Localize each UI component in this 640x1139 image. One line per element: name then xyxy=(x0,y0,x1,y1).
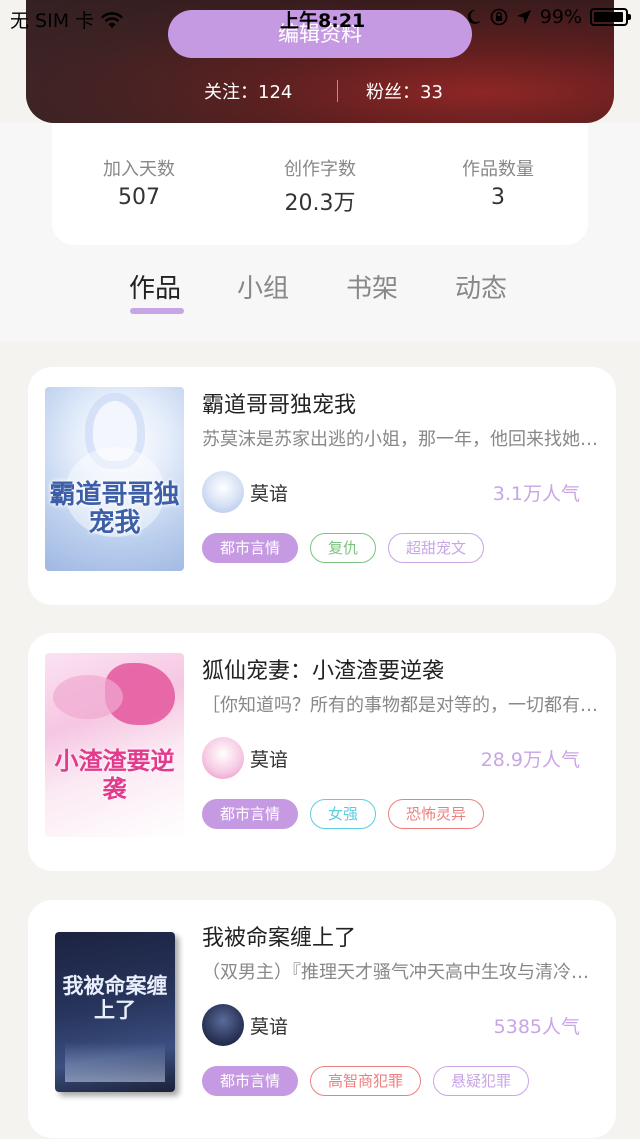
author-name[interactable]: 莫谙 xyxy=(250,479,288,506)
battery-icon xyxy=(590,8,631,26)
stat-label: 创作字数 xyxy=(284,159,356,180)
follow-stats: 关注：124 粉丝：33 xyxy=(26,78,614,104)
stat-word-count: 创作字数 20.3万 xyxy=(240,155,400,217)
tab-groups[interactable]: 小组 xyxy=(237,268,289,305)
clock: 上午8:21 xyxy=(280,10,366,32)
cover-petals xyxy=(53,675,123,719)
tag[interactable]: 超甜宠文 xyxy=(388,533,485,563)
tag-list: 都市言情 复仇 超甜宠文 xyxy=(202,533,485,563)
status-bar: 无 SIM 卡 上午8:21 99% xyxy=(0,0,640,36)
popularity-count: 28.9万人气 xyxy=(480,749,580,771)
popularity-count: 3.1万人气 xyxy=(492,483,580,505)
book-card[interactable]: 我被命案缠上了 我被命案缠上了 （双男主）『推理天才骚气冲天高中生攻与清冷学霸受… xyxy=(28,900,616,1138)
cover-city xyxy=(65,1042,165,1082)
tag-list: 都市言情 女强 恐怖灵异 xyxy=(202,799,485,829)
book-description: ［你知道吗？所有的事物都是对等的，一切都有代价］ xyxy=(202,695,602,716)
popularity-count: 5385人气 xyxy=(493,1016,580,1038)
book-cover[interactable]: 小渣渣要逆袭 xyxy=(45,653,184,837)
location-icon xyxy=(516,10,531,24)
book-card[interactable]: 小渣渣要逆袭 狐仙宠妻：小渣渣要逆袭 ［你知道吗？所有的事物都是对等的，一切都有… xyxy=(28,633,616,871)
stat-works-count: 作品数量 3 xyxy=(418,155,578,210)
tab-bookshelf[interactable]: 书架 xyxy=(346,268,398,305)
tag[interactable]: 恐怖灵异 xyxy=(388,799,485,829)
status-indicators: 99% xyxy=(466,6,631,28)
book-cover[interactable]: 我被命案缠上了 xyxy=(55,932,175,1092)
book-title[interactable]: 狐仙宠妻：小渣渣要逆袭 xyxy=(202,653,444,685)
tab-works[interactable]: 作品 xyxy=(129,268,181,305)
tab-activity[interactable]: 动态 xyxy=(455,268,507,305)
author-name[interactable]: 莫谙 xyxy=(250,1012,288,1039)
carrier-label: 无 SIM 卡 xyxy=(10,10,95,32)
book-description: （双男主）『推理天才骚气冲天高中生攻与清冷学霸受』 xyxy=(202,962,602,983)
follow-divider xyxy=(337,80,338,102)
author-name[interactable]: 莫谙 xyxy=(250,745,288,772)
moon-icon xyxy=(467,9,481,24)
avatar[interactable] xyxy=(202,471,244,513)
book-title[interactable]: 霸道哥哥独宠我 xyxy=(202,387,356,419)
tag[interactable]: 都市言情 xyxy=(202,799,299,829)
profile-tabs: 作品 小组 书架 动态 xyxy=(0,268,640,318)
cover-title: 小渣渣要逆袭 xyxy=(54,746,175,803)
tag[interactable]: 悬疑犯罪 xyxy=(433,1066,530,1096)
cover-title: 霸道哥哥独宠我 xyxy=(49,480,180,538)
book-card[interactable]: 霸道哥哥独宠我 霸道哥哥独宠我 苏莫沫是苏家出逃的小姐，那一年，他回来找她…… … xyxy=(28,367,616,605)
following-count[interactable]: 关注：124 xyxy=(204,78,292,104)
tag[interactable]: 都市言情 xyxy=(202,1066,299,1096)
tag[interactable]: 女强 xyxy=(310,799,377,829)
wifi-icon xyxy=(101,11,123,28)
stats-card: 加入天数 507 创作字数 20.3万 作品数量 3 xyxy=(52,123,588,245)
avatar[interactable] xyxy=(202,1004,244,1046)
stat-join-days: 加入天数 507 xyxy=(59,155,219,210)
book-description: 苏莫沫是苏家出逃的小姐，那一年，他回来找她…… xyxy=(202,429,602,450)
stat-value: 20.3万 xyxy=(284,191,356,216)
tag[interactable]: 高智商犯罪 xyxy=(310,1066,422,1096)
fans-count[interactable]: 粉丝：33 xyxy=(366,78,443,104)
cover-title: 我被命案缠上了 xyxy=(62,973,168,1022)
stat-label: 作品数量 xyxy=(462,159,534,180)
stat-label: 加入天数 xyxy=(103,159,175,180)
tag[interactable]: 都市言情 xyxy=(202,533,299,563)
avatar[interactable] xyxy=(202,737,244,779)
orientation-lock-icon xyxy=(490,8,508,26)
active-tab-indicator xyxy=(130,308,184,314)
book-cover[interactable]: 霸道哥哥独宠我 xyxy=(45,387,184,571)
stat-value: 507 xyxy=(118,185,160,210)
tag-list: 都市言情 高智商犯罪 悬疑犯罪 xyxy=(202,1066,530,1096)
battery-percent: 99% xyxy=(539,6,582,28)
tag[interactable]: 复仇 xyxy=(310,533,377,563)
stat-value: 3 xyxy=(491,185,505,210)
carrier-group: 无 SIM 卡 xyxy=(10,6,124,33)
book-title[interactable]: 我被命案缠上了 xyxy=(202,920,356,952)
